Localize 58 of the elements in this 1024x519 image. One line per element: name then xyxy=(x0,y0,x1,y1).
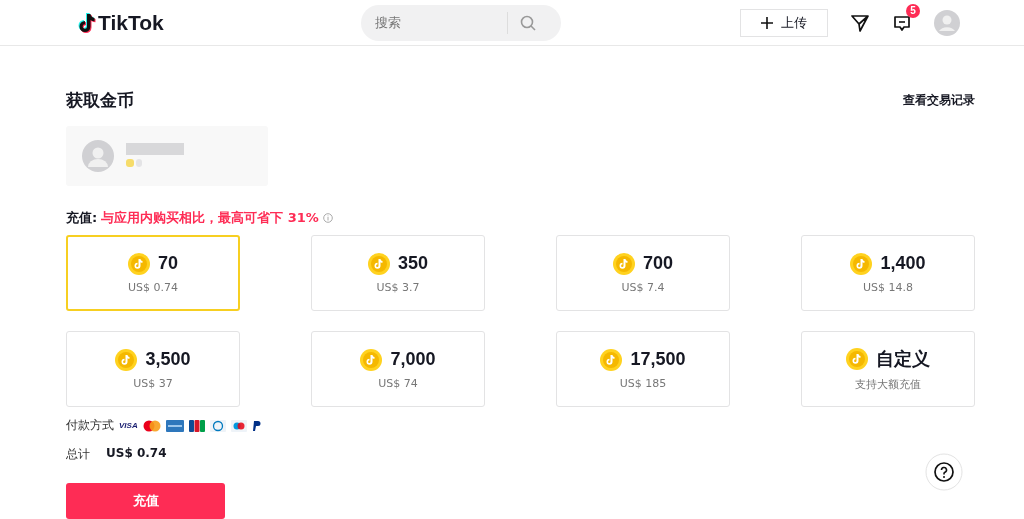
package-price: US$ 7.4 xyxy=(621,280,665,294)
coin-package[interactable]: 3,500 US$ 37 xyxy=(66,331,240,407)
coin-icon xyxy=(115,348,138,371)
coin-package[interactable]: 自定义 支持大额充值 xyxy=(801,331,975,407)
visa-logo: VISA xyxy=(119,421,138,430)
tiktok-logo[interactable]: TikTok xyxy=(78,10,361,35)
card-icon xyxy=(165,419,184,432)
search-input[interactable]: 搜索 xyxy=(373,14,507,31)
promo-text: 与应用内购买相比，最高可省下 31% xyxy=(101,209,319,227)
coin-package[interactable]: 17,500 US$ 185 xyxy=(556,331,730,407)
plus-icon xyxy=(761,16,773,29)
upload-button[interactable]: 上传 xyxy=(740,8,828,37)
coin-amount: 1,400 xyxy=(880,253,926,274)
card-icon xyxy=(209,419,226,432)
package-price: 支持大额充值 xyxy=(855,376,921,392)
coin-amount: 7,000 xyxy=(390,349,436,370)
blurred-name xyxy=(126,143,186,169)
send-icon[interactable] xyxy=(850,12,870,33)
notification-badge: 5 xyxy=(906,3,920,18)
coin-icon xyxy=(360,348,383,371)
help-icon[interactable] xyxy=(925,453,963,491)
coin-amount: 自定义 xyxy=(876,347,930,371)
package-price: US$ 74 xyxy=(378,376,418,390)
coin-icon xyxy=(367,252,390,275)
package-price: US$ 14.8 xyxy=(863,280,913,294)
coin-icon xyxy=(846,347,868,370)
total-amount: US$ 0.74 xyxy=(106,446,167,462)
music-note-icon xyxy=(78,12,96,33)
card-icon xyxy=(230,419,247,432)
coin-package[interactable]: 350 US$ 3.7 xyxy=(311,235,485,311)
coin-amount: 70 xyxy=(158,253,178,274)
recharge-label: 充值: xyxy=(66,209,98,227)
package-price: US$ 37 xyxy=(133,376,173,390)
coin-icon xyxy=(850,252,873,275)
coin-package[interactable]: 70 US$ 0.74 xyxy=(66,235,240,311)
page-title: 获取金币 xyxy=(66,89,134,112)
avatar-icon xyxy=(82,140,114,172)
coin-amount: 350 xyxy=(397,253,428,274)
coin-package[interactable]: 7,000 US$ 74 xyxy=(311,331,485,407)
recharge-button[interactable]: 充值 xyxy=(66,483,225,519)
coin-package[interactable]: 1,400 US$ 14.8 xyxy=(801,235,975,311)
payment-label: 付款方式 xyxy=(66,417,114,434)
coin-icon xyxy=(612,252,635,275)
coin-icon xyxy=(128,252,150,275)
package-price: US$ 0.74 xyxy=(128,280,178,294)
coin-amount: 3,500 xyxy=(145,349,191,370)
coin-amount: 700 xyxy=(642,253,673,274)
paypal-icon xyxy=(251,419,262,432)
card-icon xyxy=(188,419,205,432)
mastercard-icon xyxy=(142,419,161,432)
coin-package[interactable]: 700 US$ 7.4 xyxy=(556,235,730,311)
package-price: US$ 185 xyxy=(619,376,667,390)
coin-icon xyxy=(600,348,623,371)
search-field[interactable]: 搜索 xyxy=(361,4,561,41)
package-price: US$ 3.7 xyxy=(376,280,420,294)
coin-amount: 17,500 xyxy=(630,349,686,370)
total-label: 总计 xyxy=(66,446,90,463)
transaction-history-link[interactable]: 查看交易记录 xyxy=(903,92,975,109)
